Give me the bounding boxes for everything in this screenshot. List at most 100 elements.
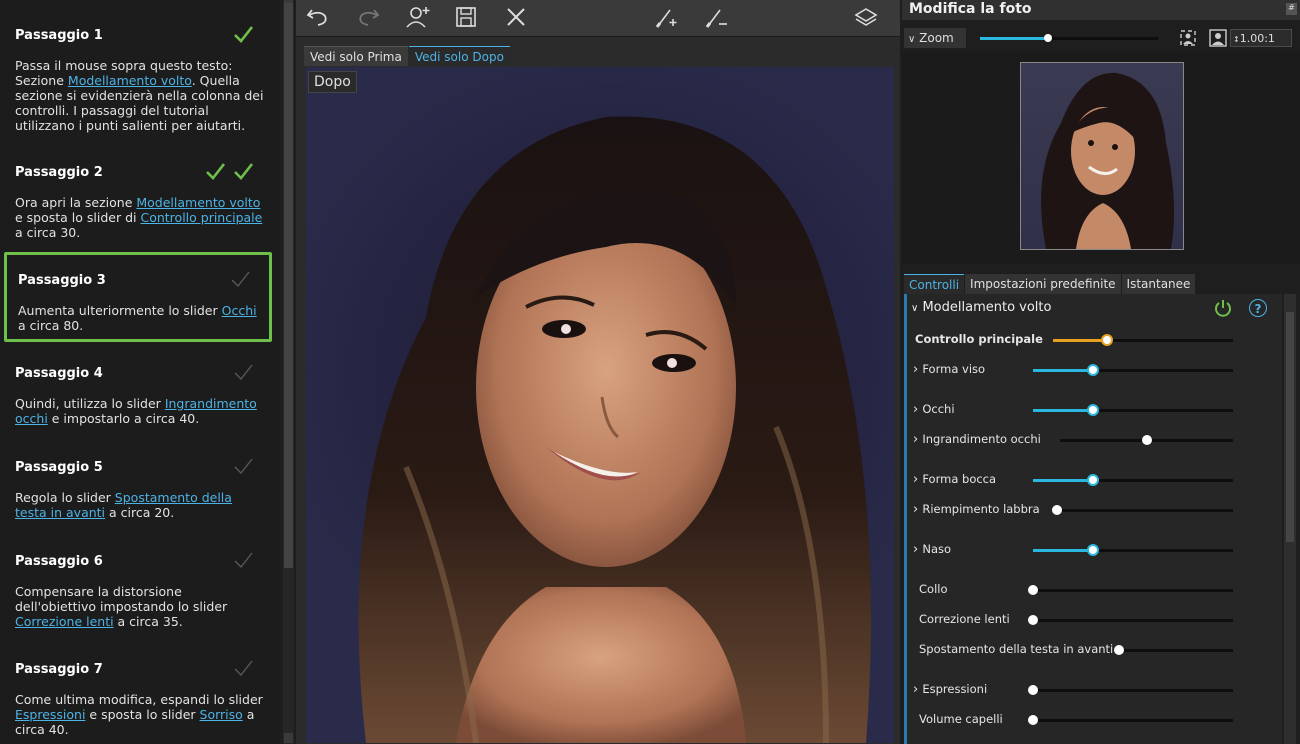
redo-icon[interactable] xyxy=(354,4,382,30)
step-link[interactable]: Controllo principale xyxy=(140,210,262,225)
step-title: Passaggio 2 xyxy=(15,165,103,180)
slider-row: Volume capelli xyxy=(907,710,1279,730)
tutorial-step[interactable]: Passaggio 6 Compensare la distorsione del… xyxy=(4,552,272,644)
slider-label[interactable]: › Occhi xyxy=(913,402,955,417)
slider-knob[interactable] xyxy=(1087,404,1099,416)
slider-label[interactable]: › Ingrandimento occhi xyxy=(913,432,1041,447)
step-text: a circa 35. xyxy=(113,614,183,629)
slider-label-text: Spostamento della testa in avanti xyxy=(919,642,1114,656)
slider-label[interactable]: › Forma bocca xyxy=(913,472,996,487)
checkmark-icon xyxy=(206,163,226,180)
chevron-right-icon: › xyxy=(913,432,923,447)
scrollbar-thumb[interactable] xyxy=(284,3,293,568)
slider-label-text: Correzione lenti xyxy=(919,612,1010,626)
scroll-down-arrow[interactable] xyxy=(284,733,293,743)
portrait-photo[interactable]: Dopo xyxy=(306,67,894,743)
save-icon[interactable] xyxy=(452,4,480,30)
tutorial-step[interactable]: Passaggio 5 Regola lo slider Spostamento … xyxy=(4,458,272,540)
slider-track[interactable] xyxy=(1028,585,1233,595)
undo-icon[interactable] xyxy=(304,4,332,30)
portrait-image xyxy=(358,116,871,743)
layers-icon[interactable] xyxy=(852,4,880,30)
checkmark-icon xyxy=(231,271,250,287)
toolbar xyxy=(296,0,900,37)
face-sculpting-section: ∨ Modellamento volto ? Controllo princip… xyxy=(904,294,1282,744)
slider-knob[interactable] xyxy=(1101,334,1113,346)
tutorial-step[interactable]: Passaggio 2 Ora apri la sezione Modellame… xyxy=(4,163,272,245)
slider-track[interactable] xyxy=(1060,435,1233,445)
slider-label[interactable]: › Riempimento labbra xyxy=(913,502,1040,517)
slider-knob[interactable] xyxy=(1142,435,1152,445)
slider-knob[interactable] xyxy=(1114,645,1124,655)
step-link[interactable]: Correzione lenti xyxy=(15,614,114,629)
zoom-slider[interactable] xyxy=(980,34,1158,42)
slider-track[interactable] xyxy=(1028,685,1233,695)
slider-knob[interactable] xyxy=(1052,505,1062,515)
slider-label: Collo xyxy=(919,582,948,596)
slider-label-text: Espressioni xyxy=(922,682,988,696)
add-person-icon[interactable] xyxy=(404,4,432,30)
slider-knob[interactable] xyxy=(1028,685,1038,695)
tutorial-step[interactable]: Passaggio 1 Passa il mouse sopra questo t… xyxy=(4,26,272,138)
tutorial-scrollbar[interactable] xyxy=(283,0,294,744)
section-header[interactable]: ∨ Modellamento volto xyxy=(911,300,1051,315)
checkmark-icon xyxy=(234,163,254,180)
slider-fill xyxy=(1053,339,1107,342)
slider-row: › Occhi xyxy=(907,400,1279,420)
step-link[interactable]: Sorriso xyxy=(200,707,243,722)
step-status xyxy=(232,24,254,44)
tab-presets[interactable]: Impostazioni predefinite xyxy=(965,274,1121,294)
slider-label-text: Naso xyxy=(922,542,952,556)
slider-knob[interactable] xyxy=(1087,364,1099,376)
slider-track[interactable] xyxy=(1053,334,1233,346)
zoom-slider-knob[interactable] xyxy=(1044,34,1052,42)
tab-snapshots[interactable]: Istantanee xyxy=(1121,274,1196,294)
slider-track[interactable] xyxy=(1033,404,1233,416)
tutorial-step[interactable]: Passaggio 7 Come ultima modifica, espandi… xyxy=(4,660,272,742)
tab-controls[interactable]: Controlli xyxy=(904,274,965,294)
slider-track[interactable] xyxy=(1028,615,1233,625)
step-title: Passaggio 1 xyxy=(15,28,103,43)
slider-track[interactable] xyxy=(1114,645,1233,655)
slider-knob[interactable] xyxy=(1028,715,1038,725)
slider-label[interactable]: › Espressioni xyxy=(913,682,987,697)
close-x-icon[interactable] xyxy=(502,4,530,30)
checkmark-icon xyxy=(234,660,253,676)
zoom-toggle[interactable]: ∨ Zoom xyxy=(904,28,966,48)
slider-label-text: Controllo principale xyxy=(915,332,1043,346)
brush-add-icon[interactable] xyxy=(652,4,680,30)
tutorial-step[interactable]: Passaggio 3 Aumenta ulteriormente lo slid… xyxy=(4,252,272,342)
tab-after-only[interactable]: Vedi solo Dopo xyxy=(408,46,510,66)
help-icon[interactable]: ? xyxy=(1249,299,1267,317)
slider-knob[interactable] xyxy=(1028,615,1038,625)
slider-track[interactable] xyxy=(1028,715,1233,725)
slider-label-text: Collo xyxy=(919,582,948,596)
tutorial-step[interactable]: Passaggio 4 Quindi, utilizza lo slider In… xyxy=(4,364,272,446)
step-link[interactable]: Modellamento volto xyxy=(68,73,192,88)
slider-track[interactable] xyxy=(1033,364,1233,376)
step-link[interactable]: Modellamento volto xyxy=(136,195,260,210)
zoom-value[interactable]: ↕1.00:1 xyxy=(1230,29,1292,47)
slider-track[interactable] xyxy=(1052,505,1233,515)
slider-label[interactable]: › Naso xyxy=(913,542,951,557)
slider-track[interactable] xyxy=(1033,474,1233,486)
pin-icon[interactable]: # xyxy=(1286,3,1297,15)
slider-knob[interactable] xyxy=(1028,585,1038,595)
step-title: Passaggio 6 xyxy=(15,554,103,569)
slider-knob[interactable] xyxy=(1087,544,1099,556)
slider-knob[interactable] xyxy=(1087,474,1099,486)
controls-scrollbar[interactable] xyxy=(1284,294,1296,744)
tab-before-only[interactable]: Vedi solo Prima xyxy=(304,46,408,66)
chevron-right-icon: › xyxy=(913,682,923,697)
step-text: e sposta lo slider di xyxy=(15,210,141,225)
step-link[interactable]: Occhi xyxy=(222,303,257,318)
navigator-thumbnail[interactable] xyxy=(1020,62,1184,250)
slider-label[interactable]: › Forma viso xyxy=(913,362,985,377)
fit-to-screen-icon[interactable] xyxy=(1178,28,1198,48)
actual-size-icon[interactable] xyxy=(1208,28,1228,48)
slider-track[interactable] xyxy=(1033,544,1233,556)
power-toggle-icon[interactable] xyxy=(1213,298,1233,318)
scrollbar-thumb[interactable] xyxy=(1286,312,1294,542)
brush-remove-icon[interactable] xyxy=(702,4,730,30)
step-link[interactable]: Espressioni xyxy=(15,707,85,722)
